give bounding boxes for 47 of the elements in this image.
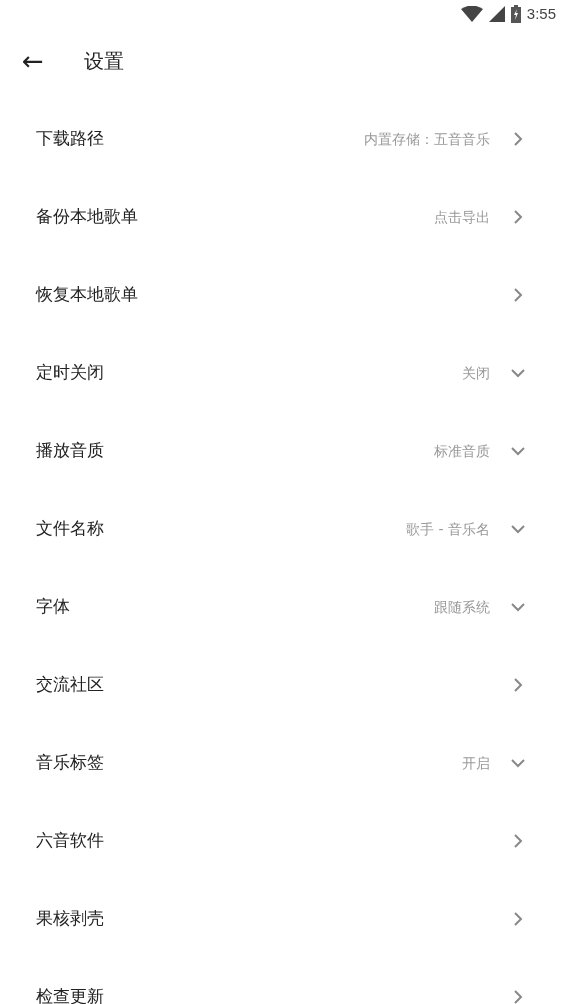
settings-row[interactable]: 下载路径 内置存储：五音音乐: [0, 100, 566, 178]
setting-value: 跟随系统: [434, 597, 490, 617]
settings-row[interactable]: 恢复本地歌单: [0, 256, 566, 334]
setting-label: 恢复本地歌单: [36, 283, 139, 307]
setting-value: 开启: [462, 753, 490, 773]
chevron-down-icon: [510, 368, 526, 378]
chevron-down-icon: [510, 758, 526, 768]
settings-row[interactable]: 播放音质 标准音质: [0, 412, 566, 490]
setting-value: 点击导出: [434, 207, 490, 227]
setting-value: 关闭: [462, 363, 490, 383]
chevron-right-icon: [513, 287, 523, 303]
settings-row[interactable]: 音乐标签 开启: [0, 724, 566, 802]
status-time: 3:55: [526, 3, 556, 24]
battery-icon: [510, 5, 521, 23]
setting-label: 备份本地歌单: [36, 205, 139, 229]
setting-value: 歌手 - 音乐名: [406, 519, 490, 539]
settings-row[interactable]: 交流社区: [0, 646, 566, 724]
setting-label: 果核剥壳: [36, 907, 105, 931]
setting-label: 字体: [36, 595, 71, 619]
settings-row[interactable]: 六音软件: [0, 802, 566, 880]
chevron-right-icon: [513, 911, 523, 927]
back-button[interactable]: ←: [0, 37, 66, 85]
settings-row[interactable]: 字体 跟随系统: [0, 568, 566, 646]
settings-row[interactable]: 备份本地歌单 点击导出: [0, 178, 566, 256]
signal-icon: [488, 6, 505, 22]
setting-label: 播放音质: [36, 439, 105, 463]
settings-row[interactable]: 果核剥壳: [0, 880, 566, 958]
chevron-down-icon: [510, 446, 526, 456]
setting-label: 定时关闭: [36, 361, 105, 385]
settings-row[interactable]: 定时关闭 关闭: [0, 334, 566, 412]
page-title: 设置: [84, 48, 124, 75]
setting-label: 交流社区: [36, 673, 105, 697]
settings-row[interactable]: 文件名称 歌手 - 音乐名: [0, 490, 566, 568]
chevron-down-icon: [510, 524, 526, 534]
chevron-down-icon: [510, 602, 526, 612]
setting-label: 文件名称: [36, 517, 105, 541]
setting-value: 标准音质: [434, 441, 490, 461]
chevron-right-icon: [513, 989, 523, 1004]
chevron-right-icon: [513, 209, 523, 225]
chevron-right-icon: [513, 833, 523, 849]
setting-label: 下载路径: [36, 127, 105, 151]
setting-label: 六音软件: [36, 829, 105, 853]
wifi-icon: [460, 6, 483, 22]
chevron-right-icon: [513, 677, 523, 693]
setting-label: 音乐标签: [36, 751, 105, 775]
setting-value: 内置存储：五音音乐: [364, 129, 490, 149]
chevron-right-icon: [513, 131, 523, 147]
